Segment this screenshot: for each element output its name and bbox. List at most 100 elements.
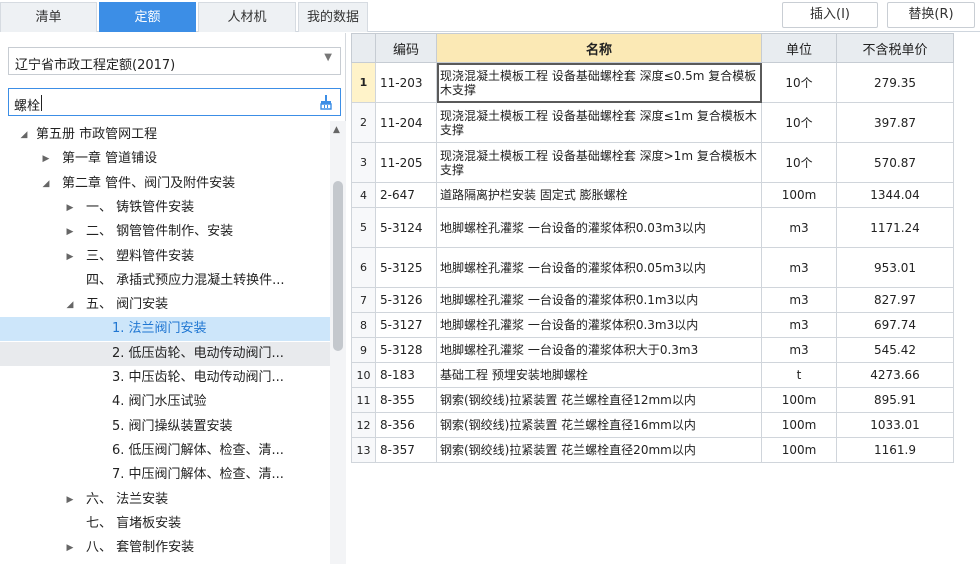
quota-price: 1344.04 — [836, 182, 954, 208]
tree-node[interactable]: ◢ 五、 阀门安装 — [0, 293, 330, 317]
quota-code: 11-204 — [375, 102, 437, 143]
row-number: 2 — [351, 102, 376, 143]
row-number: 1 — [351, 62, 376, 103]
replace-button[interactable]: 替换(R) — [887, 2, 975, 28]
tab-quota[interactable]: 定额 — [99, 2, 196, 32]
row-number: 9 — [351, 337, 376, 363]
quota-code: 8-355 — [375, 387, 437, 413]
scrollbar-thumb[interactable] — [333, 181, 343, 351]
collapse-arrow-icon[interactable]: ◢ — [40, 172, 52, 196]
quota-name: 地脚螺栓孔灌浆 一台设备的灌浆体积0.3m3以内 — [436, 312, 762, 338]
tree-node-label: 5. 阀门操纵装置安装 — [112, 418, 233, 434]
tree-node[interactable]: 7. 中压阀门解体、检查、清... — [0, 463, 330, 487]
tree-node[interactable]: 4. 阀门水压试验 — [0, 390, 330, 414]
quota-code: 11-203 — [375, 62, 437, 103]
table-row[interactable]: 11 8-355 钢索(钢绞线)拉紧装置 花兰螺栓直径12mm以内 100m 895.9… — [351, 387, 954, 413]
expand-arrow-icon[interactable]: ▶ — [64, 196, 76, 220]
table-row[interactable]: 6 5-3125 地脚螺栓孔灌浆 一台设备的灌浆体积0.05m3以内 m3 953.01 — [351, 247, 954, 288]
quota-unit: m3 — [761, 247, 837, 288]
insert-button[interactable]: 插入(I) — [782, 2, 878, 28]
expand-arrow-icon[interactable]: ▶ — [64, 220, 76, 244]
row-number: 4 — [351, 182, 376, 208]
tree-node[interactable]: 2. 低压齿轮、电动传动阀门... — [0, 341, 330, 366]
tree-node[interactable]: 七、 盲堵板安装 — [0, 512, 330, 536]
tree-node[interactable]: ◢ 第五册 市政管网工程 — [0, 123, 330, 147]
collapse-arrow-icon[interactable]: ◢ — [18, 123, 30, 147]
quota-unit: 100m — [761, 387, 837, 413]
tree-node[interactable]: ▶ 第一章 管道铺设 — [0, 147, 330, 171]
tree-node[interactable]: ▶ 三、 塑料管件安装 — [0, 245, 330, 269]
library-select[interactable]: 辽宁省市政工程定额(2017) ▼ — [8, 47, 341, 75]
tree-node[interactable]: 1. 法兰阀门安装 — [0, 317, 330, 342]
broom-icon[interactable] — [318, 94, 334, 110]
chevron-down-icon[interactable]: ▼ — [324, 52, 332, 63]
tree-node-label: 八、 套管制作安装 — [86, 540, 195, 556]
table-row[interactable]: 3 11-205 现浇混凝土模板工程 设备基础螺栓套 深度>1m 复合模板木支撑 10… — [351, 142, 954, 183]
quota-unit: 100m — [761, 182, 837, 208]
tree-node-label: 七、 盲堵板安装 — [86, 515, 182, 531]
quota-name: 地脚螺栓孔灌浆 一台设备的灌浆体积0.05m3以内 — [436, 247, 762, 288]
expand-arrow-icon[interactable]: ▶ — [64, 536, 76, 560]
tree-node[interactable]: ◢ 第二章 管件、阀门及附件安装 — [0, 172, 330, 196]
quota-price: 697.74 — [836, 312, 954, 338]
table-row[interactable]: 5 5-3124 地脚螺栓孔灌浆 一台设备的灌浆体积0.03m3以内 m3 1171.2… — [351, 207, 954, 248]
quota-price: 4273.66 — [836, 362, 954, 388]
column-header-name[interactable]: 名称 — [436, 33, 762, 63]
tree-node-label: 第二章 管件、阀门及附件安装 — [62, 175, 236, 191]
quota-code: 8-183 — [375, 362, 437, 388]
tab-labor-material[interactable]: 人材机 — [198, 2, 296, 32]
row-number: 11 — [351, 387, 376, 413]
expand-arrow-icon[interactable]: ▶ — [40, 147, 52, 171]
tree-node[interactable]: 6. 低压阀门解体、检查、清... — [0, 439, 330, 463]
table-row[interactable]: 12 8-356 钢索(钢绞线)拉紧装置 花兰螺栓直径16mm以内 100m 1033.… — [351, 412, 954, 438]
column-header-index — [351, 33, 376, 63]
tree-node-label: 四、 承插式预应力混凝土转换件... — [86, 272, 285, 288]
expand-arrow-icon[interactable]: ▶ — [64, 488, 76, 512]
quota-unit: 10个 — [761, 102, 837, 143]
table-row[interactable]: 13 8-357 钢索(钢绞线)拉紧装置 花兰螺栓直径20mm以内 100m 1161.… — [351, 437, 954, 463]
table-row[interactable]: 8 5-3127 地脚螺栓孔灌浆 一台设备的灌浆体积0.3m3以内 m3 697.74 — [351, 312, 954, 338]
expand-arrow-icon[interactable]: ▶ — [64, 245, 76, 269]
quota-price: 545.42 — [836, 337, 954, 363]
tab-bill[interactable]: 清单 — [0, 2, 97, 32]
quota-code: 5-3128 — [375, 337, 437, 363]
quota-price: 827.97 — [836, 287, 954, 313]
quota-unit: m3 — [761, 337, 837, 363]
tree-node[interactable]: ▶ 二、 钢管管件制作、安装 — [0, 220, 330, 244]
tree-node-label: 第五册 市政管网工程 — [36, 127, 158, 142]
tree-node-label: 一、 铸铁管件安装 — [86, 199, 195, 215]
quota-name: 基础工程 预埋安装地脚螺栓 — [436, 362, 762, 388]
table-row[interactable]: 7 5-3126 地脚螺栓孔灌浆 一台设备的灌浆体积0.1m3以内 m3 827.97 — [351, 287, 954, 313]
quota-price: 570.87 — [836, 142, 954, 183]
tree-node[interactable]: ▶ 八、 套管制作安装 — [0, 536, 330, 560]
quota-code: 2-647 — [375, 182, 437, 208]
table-row[interactable]: 9 5-3128 地脚螺栓孔灌浆 一台设备的灌浆体积大于0.3m3 m3 545.42 — [351, 337, 954, 363]
tree-scrollbar[interactable]: ▲ — [330, 121, 346, 564]
collapse-arrow-icon[interactable]: ◢ — [64, 293, 76, 317]
column-header-unit[interactable]: 单位 — [761, 33, 837, 63]
text-caret — [41, 95, 42, 111]
search-input[interactable]: 螺栓 — [8, 88, 341, 116]
table-row[interactable]: 4 2-647 道路隔离护栏安装 固定式 膨胀螺栓 100m 1344.04 — [351, 182, 954, 208]
tree-node-label: 五、 阀门安装 — [86, 297, 169, 313]
tree-node[interactable]: 5. 阀门操纵装置安装 — [0, 415, 330, 439]
tree-node[interactable]: 四、 承插式预应力混凝土转换件... — [0, 269, 330, 293]
search-input-value: 螺栓 — [14, 99, 41, 114]
tree-node[interactable]: ▶ 六、 法兰安装 — [0, 488, 330, 512]
column-header-code[interactable]: 编码 — [375, 33, 437, 63]
quota-unit: m3 — [761, 312, 837, 338]
scroll-up-icon[interactable]: ▲ — [333, 125, 340, 135]
column-header-price[interactable]: 不含税单价 — [836, 33, 954, 63]
table-row[interactable]: 10 8-183 基础工程 预埋安装地脚螺栓 t 4273.66 — [351, 362, 954, 388]
quota-name: 钢索(钢绞线)拉紧装置 花兰螺栓直径20mm以内 — [436, 437, 762, 463]
quota-unit: m3 — [761, 287, 837, 313]
row-number: 12 — [351, 412, 376, 438]
table-row[interactable]: 2 11-204 现浇混凝土模板工程 设备基础螺栓套 深度≤1m 复合模板木支撑 10… — [351, 102, 954, 143]
tree-node-label: 4. 阀门水压试验 — [112, 394, 207, 410]
tree-node[interactable]: 3. 中压齿轮、电动传动阀门... — [0, 366, 330, 390]
tree-node-label: 3. 中压齿轮、电动传动阀门... — [112, 370, 284, 385]
tree-node[interactable]: ▶ 一、 铸铁管件安装 — [0, 196, 330, 220]
tab-my-data[interactable]: 我的数据 — [298, 2, 368, 32]
quota-price: 895.91 — [836, 387, 954, 413]
table-row[interactable]: 1 11-203 现浇混凝土模板工程 设备基础螺栓套 深度≤0.5m 复合模板木支撑… — [351, 62, 954, 103]
